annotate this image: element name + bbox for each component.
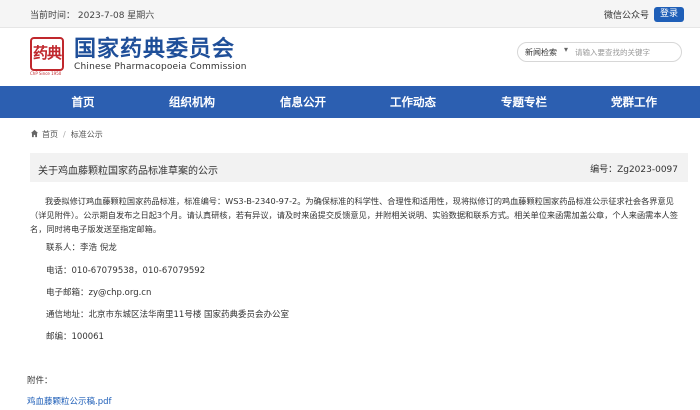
attachment-label: 附件： [27, 376, 53, 386]
contact-email: 电子邮箱：zy@chp.org.cn [46, 288, 152, 298]
nav-item-special-topics[interactable]: 专题专栏 [474, 86, 574, 118]
breadcrumb: 首页 / 标准公示 [30, 129, 103, 140]
home-icon [30, 129, 39, 138]
contact-person: 联系人：李浩 倪龙 [46, 243, 117, 253]
nav-item-info-disclosure[interactable]: 信息公开 [253, 86, 353, 118]
wechat-link[interactable]: 微信公众号 [604, 8, 649, 21]
chevron-down-icon[interactable]: ▾ [564, 45, 568, 54]
article-title: 关于鸡血藤颗粒国家药品标准草案的公示 [38, 166, 218, 177]
nav-item-work-updates[interactable]: 工作动态 [363, 86, 463, 118]
contact-phone: 电话：010-67079538，010-67079592 [46, 266, 206, 276]
logo-glyph: 药典 [32, 44, 62, 62]
search-scope-select[interactable]: 新闻检索 [525, 47, 557, 58]
contact-address: 通信地址：北京市东城区法华南里11号楼 国家药典委员会办公室 [46, 310, 290, 320]
breadcrumb-separator: / [63, 130, 66, 139]
breadcrumb-home[interactable]: 首页 [42, 130, 58, 139]
site-title[interactable]: 国家药典委员会 [74, 31, 235, 63]
logo[interactable]: 药典 [30, 37, 64, 71]
current-date: 当前时间： 2023-7-08 星期六 [30, 11, 155, 21]
login-button[interactable]: 登录 [654, 7, 684, 22]
nav-item-home[interactable]: 首页 [33, 86, 133, 118]
top-bar: 当前时间： 2023-7-08 星期六 微信公众号 登录 [0, 0, 700, 28]
article-title-bar: 关于鸡血藤颗粒国家药品标准草案的公示 编号：Zg2023-0097 [30, 153, 688, 182]
site-subtitle: Chinese Pharmacopoeia Commission [74, 62, 247, 72]
article-paragraph: 我委拟修订鸡血藤颗粒国家药品标准，标准编号：WS3-B-2340-97-2。为确… [30, 196, 678, 234]
attachment-link[interactable]: 鸡血藤颗粒公示稿.pdf [27, 395, 112, 407]
logo-since: ChP Since 1950 [30, 71, 62, 76]
search-input[interactable] [575, 46, 677, 59]
search-box: 新闻检索 ▾ [517, 42, 682, 62]
breadcrumb-current[interactable]: 标准公示 [71, 130, 103, 139]
main-nav: 首页 组织机构 信息公开 工作动态 专题专栏 党群工作 [0, 86, 700, 118]
article-body: 我委拟修订鸡血藤颗粒国家药品标准，标准编号：WS3-B-2340-97-2。为确… [30, 194, 684, 236]
nav-item-party-work[interactable]: 党群工作 [584, 86, 684, 118]
contact-postcode: 邮编：100061 [46, 332, 104, 342]
nav-item-organization[interactable]: 组织机构 [142, 86, 242, 118]
article-code: 编号：Zg2023-0097 [590, 165, 678, 175]
